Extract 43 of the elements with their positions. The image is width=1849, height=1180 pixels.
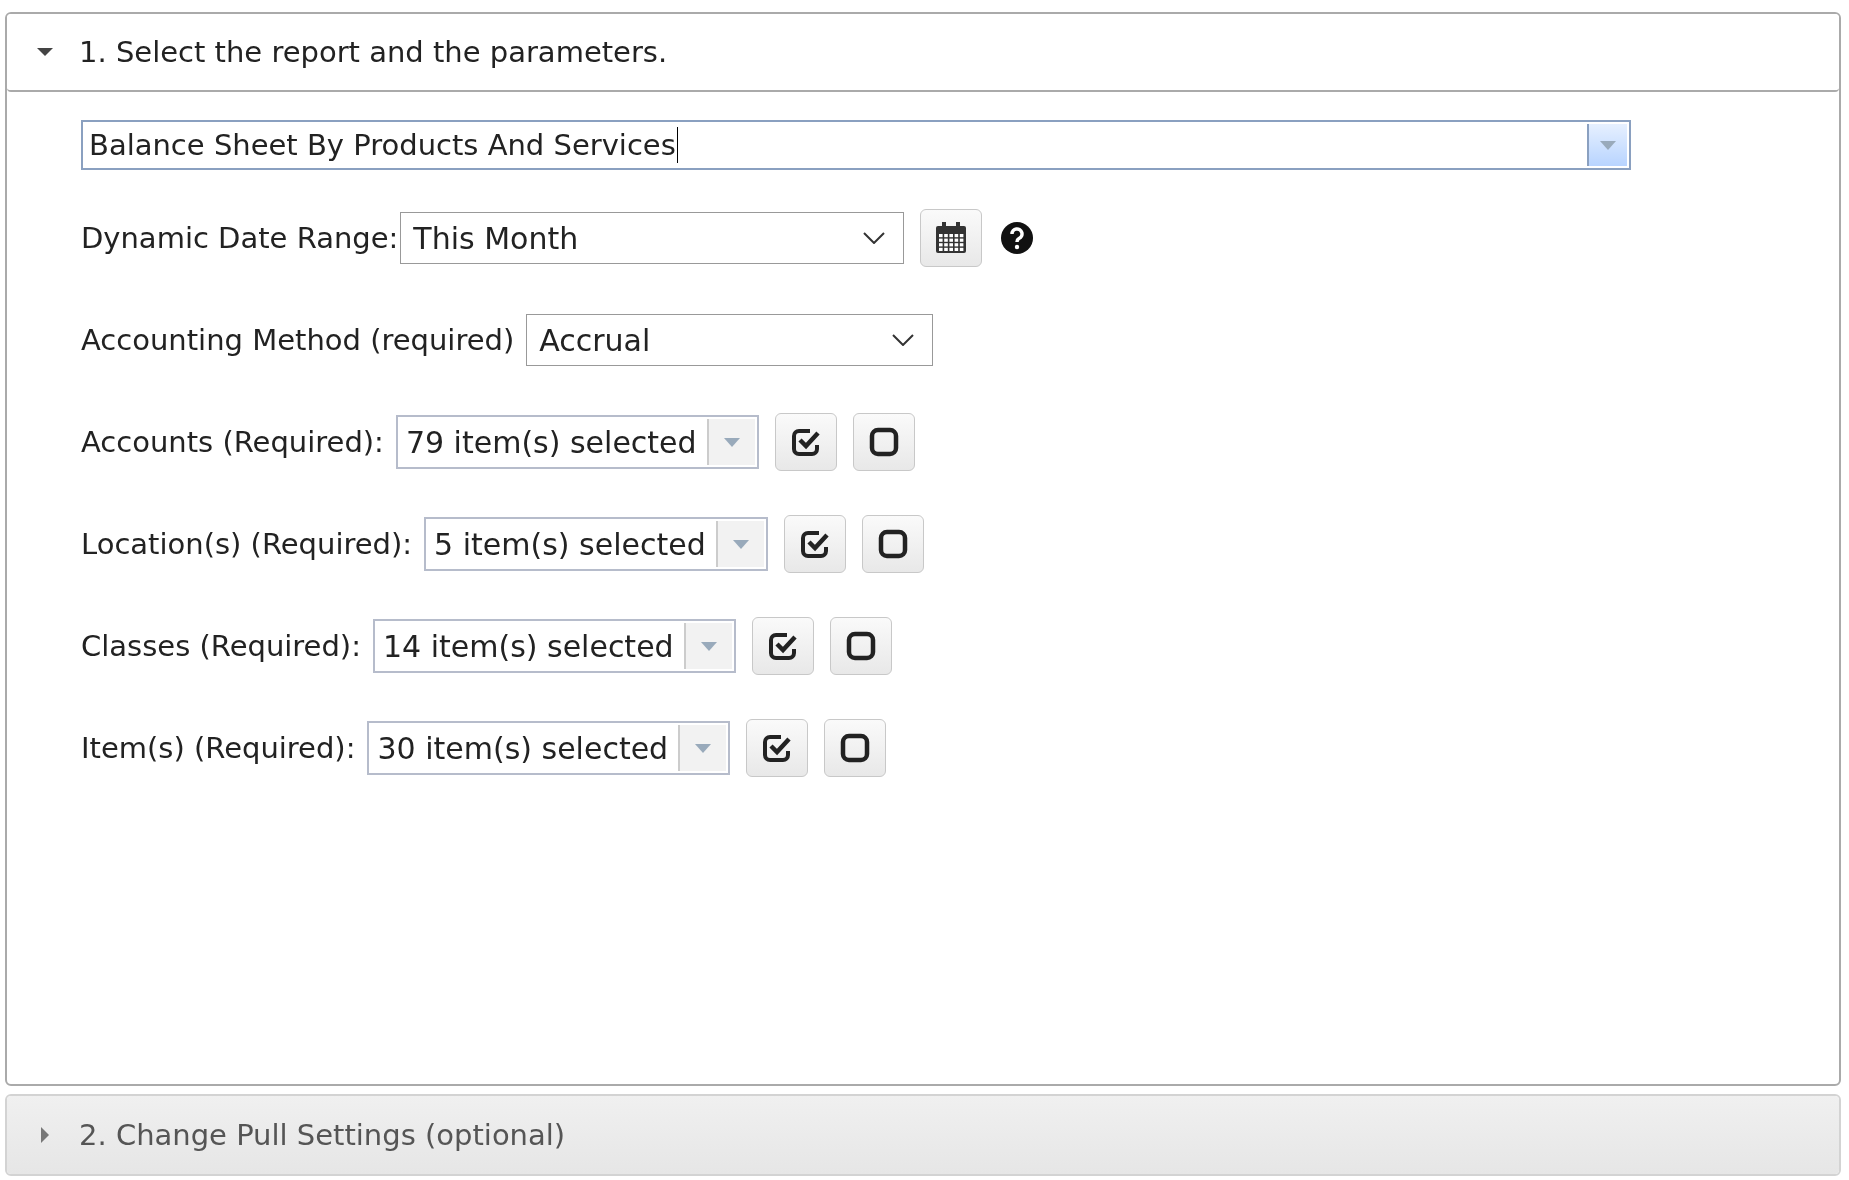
accounting-method-select[interactable]: Accrual: [526, 314, 934, 366]
multi-select[interactable]: 79 item(s) selected: [395, 415, 759, 469]
select-all-button[interactable]: [774, 413, 837, 471]
select-all-button[interactable]: [751, 617, 814, 675]
select-none-button[interactable]: [824, 719, 887, 777]
select-none-button[interactable]: [861, 515, 924, 573]
section-title: 2. Change Pull Settings (optional): [79, 1118, 566, 1152]
checkbox-empty-icon: [868, 427, 899, 457]
multi-select[interactable]: 30 item(s) selected: [367, 721, 731, 775]
field-label: Item(s) (Required):: [81, 731, 356, 765]
checkbox-empty-icon: [845, 631, 876, 661]
chevron-down-icon: [892, 334, 915, 346]
field-label: Accounting Method (required): [81, 323, 515, 357]
checkbox-checked-icon: [798, 528, 831, 560]
report-combobox[interactable]: Balance Sheet By Products And Services: [81, 120, 1631, 170]
multi-select[interactable]: 14 item(s) selected: [372, 619, 736, 673]
dropdown-arrow-icon: [700, 641, 717, 651]
multi-select[interactable]: 5 item(s) selected: [424, 517, 768, 571]
dropdown-arrow-icon: [695, 743, 712, 753]
select-all-button[interactable]: [746, 719, 809, 777]
accordion-header[interactable]: 1. Select the report and the parameters.: [7, 14, 1839, 92]
date-range-select[interactable]: This Month: [400, 212, 905, 264]
dropdown-arrow-icon: [732, 539, 749, 549]
checkbox-empty-icon: [840, 733, 871, 763]
dropdown-arrow-icon: [1600, 140, 1616, 150]
field-label: Accounts (Required):: [81, 425, 384, 459]
field-label: Dynamic Date Range:: [81, 221, 399, 255]
chevron-down-icon: [863, 232, 886, 244]
help-icon[interactable]: [1000, 221, 1035, 255]
select-none-button[interactable]: [852, 413, 915, 471]
checkbox-checked-icon: [766, 630, 799, 662]
checkbox-checked-icon: [761, 732, 794, 764]
dropdown-arrow-icon: [723, 437, 740, 447]
section-title: 1. Select the report and the parameters.: [79, 35, 668, 69]
checkbox-checked-icon: [789, 426, 822, 458]
checkbox-empty-icon: [877, 529, 908, 559]
select-none-button[interactable]: [829, 617, 892, 675]
field-label: Classes (Required):: [81, 629, 361, 663]
accordion-header[interactable]: 2. Change Pull Settings (optional): [7, 1096, 1839, 1174]
calendar-icon: [935, 222, 968, 254]
select-all-button[interactable]: [783, 515, 846, 573]
calendar-button[interactable]: [920, 209, 983, 267]
field-label: Location(s) (Required):: [81, 527, 413, 561]
